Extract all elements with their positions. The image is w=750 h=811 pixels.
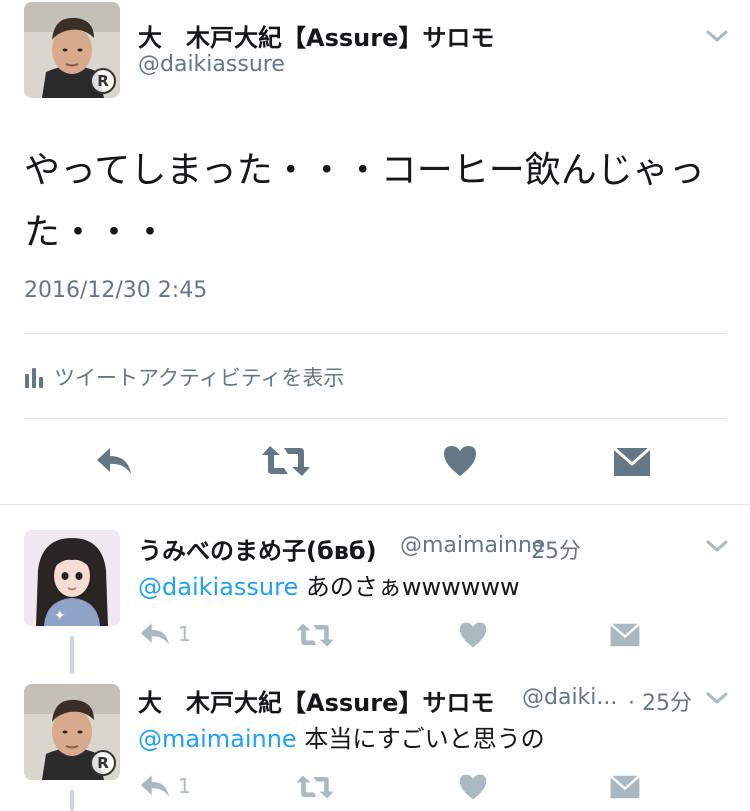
- reply-button[interactable]: 1: [138, 620, 191, 648]
- reply-icon: [141, 623, 169, 645]
- reply-body: 本当にすごいと思うの: [296, 725, 545, 753]
- reply-handle[interactable]: @daiki...: [522, 685, 617, 710]
- reply-avatar[interactable]: ✦: [24, 530, 120, 626]
- reply-display-name[interactable]: 大 木戸大紀【Assure】サロモ: [138, 683, 494, 718]
- reply-body: あのさぁwwwwww: [298, 573, 520, 601]
- retweet-icon[interactable]: [262, 444, 310, 478]
- reply-time[interactable]: · 25分: [628, 685, 692, 717]
- tweet-activity-link[interactable]: ツイートアクティビティを表示: [24, 362, 344, 392]
- reply-text: @daikiassure あのさぁwwwwww: [138, 567, 520, 602]
- author-display-name[interactable]: 大 木戸大紀【Assure】サロモ: [138, 18, 494, 53]
- mail-icon[interactable]: [609, 622, 641, 648]
- author-handle[interactable]: @daikiassure: [138, 52, 285, 77]
- divider: [24, 333, 726, 334]
- tweet-timestamp[interactable]: 2016/12/30 2:45: [24, 278, 207, 303]
- heart-icon[interactable]: [442, 444, 478, 478]
- chevron-down-icon[interactable]: [704, 26, 730, 46]
- reply-mention-link[interactable]: @maimainne: [138, 725, 297, 753]
- reply-display-name[interactable]: うみべのまめ子(бвб): [138, 531, 377, 566]
- divider: [24, 418, 726, 419]
- reply-button[interactable]: 1: [138, 772, 191, 800]
- svg-text:✦: ✦: [54, 608, 66, 624]
- reply-count: 1: [178, 774, 191, 798]
- author-avatar[interactable]: R: [24, 2, 120, 98]
- thread-connector: [70, 790, 74, 811]
- bar-chart-icon: [25, 368, 43, 388]
- registered-badge: R: [90, 750, 116, 776]
- reply-author-photo: ✦: [24, 530, 120, 626]
- mail-icon[interactable]: [609, 774, 641, 800]
- retweet-icon[interactable]: [296, 622, 334, 648]
- reply-icon[interactable]: [94, 444, 134, 478]
- chevron-down-icon[interactable]: [704, 688, 730, 708]
- thread-connector: [70, 636, 74, 674]
- reply-count: 1: [178, 622, 191, 646]
- retweet-icon[interactable]: [296, 774, 334, 800]
- reply-time[interactable]: · 25分: [517, 533, 581, 565]
- activity-label: ツイートアクティビティを表示: [54, 366, 345, 390]
- registered-badge: R: [90, 68, 116, 94]
- section-divider: [0, 504, 750, 505]
- heart-icon[interactable]: [458, 621, 488, 649]
- chevron-down-icon[interactable]: [704, 536, 730, 556]
- heart-icon[interactable]: [458, 773, 488, 801]
- reply-avatar[interactable]: R: [24, 684, 120, 780]
- tweet-text: やってしまった・・・コーヒー飲んじゃった・・・: [24, 150, 705, 253]
- reply-text: @maimainne 本当にすごいと思うの: [138, 719, 545, 754]
- reply-icon: [141, 775, 169, 797]
- reply-mention-link[interactable]: @daikiassure: [138, 573, 298, 601]
- mail-icon[interactable]: [612, 446, 652, 478]
